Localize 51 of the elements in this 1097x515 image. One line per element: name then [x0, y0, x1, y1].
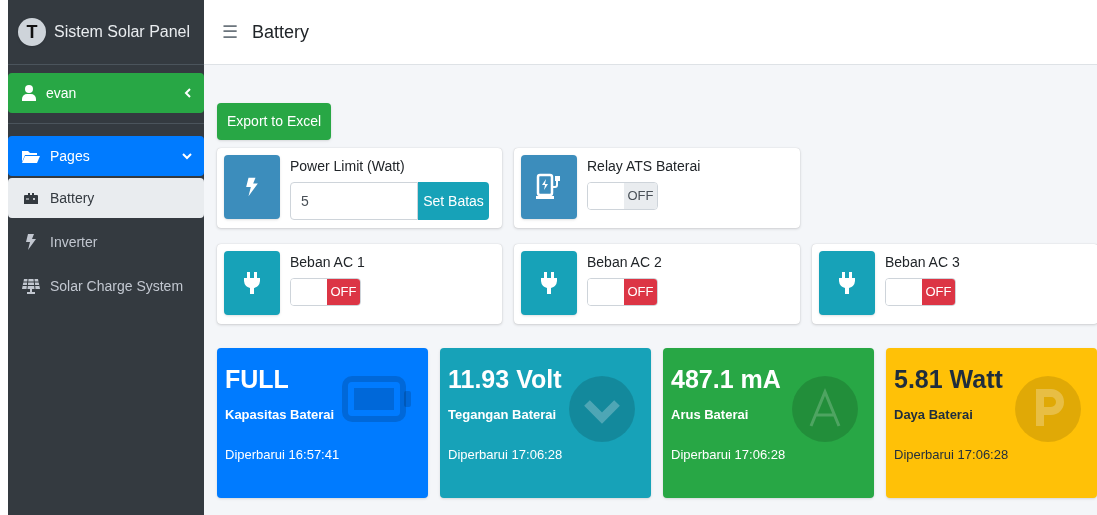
stat-label: Daya Baterai — [894, 406, 974, 424]
brand-title[interactable]: Sistem Solar Panel — [54, 20, 191, 44]
toggle-switch[interactable]: OFF — [587, 278, 658, 306]
stat-label: Tegangan Baterai — [448, 406, 558, 424]
stat-updated: Diperbarui 17:06:28 — [448, 445, 564, 464]
toggle-state-label: OFF — [327, 279, 360, 305]
chevron-down-icon — [569, 376, 635, 442]
stat-updated: Diperbarui 17:06:28 — [671, 445, 787, 464]
parking-icon — [1015, 376, 1081, 442]
nav-item[interactable]: Battery — [8, 178, 204, 218]
toggle-switch[interactable]: OFF — [885, 278, 956, 306]
card-label: Beban AC 2 — [587, 253, 662, 271]
chevron-icon — [184, 88, 192, 98]
stat-updated: Diperbarui 17:06:28 — [894, 445, 1010, 464]
page-title: Battery — [252, 20, 310, 44]
card-label: Beban AC 1 — [290, 253, 365, 271]
toggle-switch[interactable]: OFF — [290, 278, 361, 306]
battery-icon — [23, 191, 39, 205]
stat-value: 487.1 mA — [671, 364, 782, 395]
stat-value: 11.93 Volt — [448, 364, 563, 395]
solar-panel-icon — [22, 278, 40, 294]
bolt-icon — [25, 234, 37, 250]
brand-logo[interactable]: T — [18, 18, 46, 46]
toggle-state-label: OFF — [624, 183, 657, 209]
plug-icon — [541, 272, 557, 294]
user-icon — [22, 85, 36, 101]
card-label: Relay ATS Baterai — [587, 157, 701, 175]
chevron-icon — [182, 152, 192, 160]
stat-updated: Diperbarui 16:57:41 — [225, 445, 341, 464]
card-label: Power Limit (Watt) — [290, 157, 406, 175]
stat-value: FULL — [225, 364, 290, 395]
nav-item[interactable]: Inverter — [8, 222, 204, 262]
power-limit-field[interactable]: 5 — [290, 182, 418, 220]
stat-label: Kapasitas Baterai — [225, 406, 336, 424]
stat-label: Arus Baterai — [671, 406, 750, 424]
toggle-state-label: OFF — [624, 279, 657, 305]
menu-toggle[interactable]: ☰ — [222, 18, 238, 46]
pages-menu-item[interactable]: Pages — [8, 136, 204, 176]
set-limit-button[interactable]: Set Batas — [418, 182, 489, 220]
user-menu-item[interactable]: evan — [8, 73, 204, 113]
plug-icon — [839, 272, 855, 294]
export-button[interactable]: Export to Excel — [217, 103, 332, 140]
battery-icon — [342, 376, 412, 422]
folder-icon — [22, 149, 40, 163]
stat-value: 5.81 Watt — [894, 364, 1004, 395]
toggle-switch[interactable]: OFF — [587, 182, 658, 210]
card-label: Beban AC 3 — [885, 253, 960, 271]
toggle-state-label: OFF — [922, 279, 955, 305]
nav-item[interactable]: Solar Charge System — [8, 266, 204, 306]
plug-icon — [244, 272, 260, 294]
charging-station-icon — [535, 173, 563, 201]
